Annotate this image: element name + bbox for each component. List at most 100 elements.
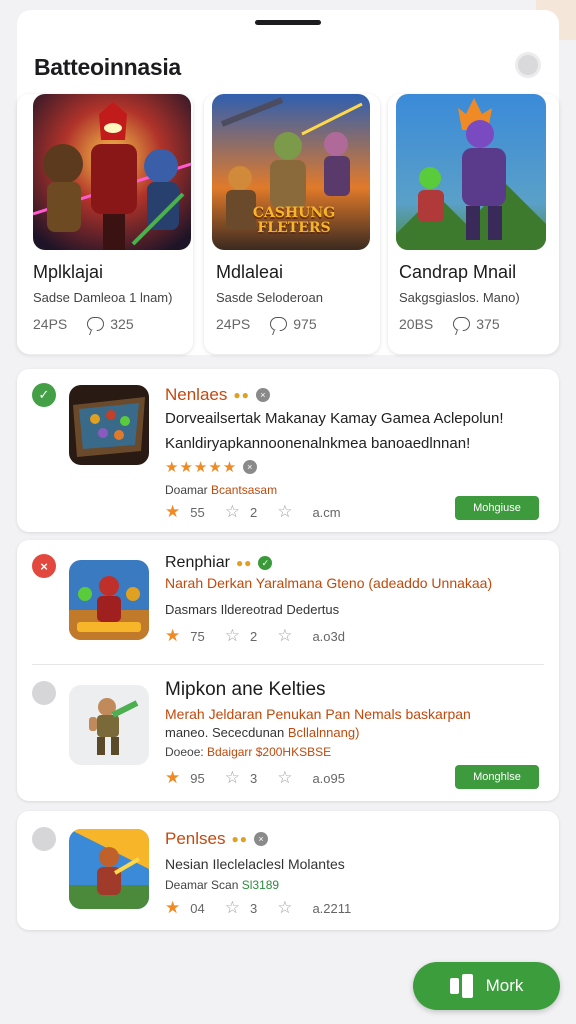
rating-value: 75: [190, 628, 205, 644]
game-title: Penlses ●● ×: [165, 829, 268, 849]
featured-card[interactable]: CASHUNG FLETERS Mdlaleai Sasde Seloderoa…: [204, 94, 380, 354]
game-description: Dorveailsertak Makanay Kamay Gamea Aclep…: [165, 410, 504, 427]
game-meta: Doeoe: Bdaigarr $200HKSBSE: [165, 745, 331, 759]
description-highlight: Bcllalnnang): [287, 725, 360, 740]
install-button[interactable]: Mohgiuse: [455, 496, 539, 520]
game-title: Mipkon ane Kelties: [165, 679, 326, 701]
star-empty-icon: ☆: [224, 898, 240, 917]
comment-icon: [270, 317, 288, 331]
stars-icon: ★★★★★: [165, 459, 238, 476]
featured-card[interactable]: Candrap Mnail Sakgsgiaslos. Mano) 20BS 3…: [388, 94, 559, 354]
game-thumbnail: [69, 685, 149, 765]
game-card[interactable]: ✓ Nenlaes ●● × Dorveailsertak Makanay Ka…: [17, 369, 559, 532]
star-empty-icon: ☆: [277, 502, 293, 521]
rating-value-3: a.2211: [312, 900, 352, 916]
star-full-icon: ★: [165, 626, 181, 645]
rating-row: ★ 55 ☆ 2 ☆ a.cm: [165, 502, 361, 522]
close-icon: ×: [32, 554, 56, 578]
sheet-title: Batteoinnasia: [34, 54, 181, 80]
list-item[interactable]: × Renphiar ●● ✓ Narah Derkan Yaralmana G…: [17, 540, 559, 664]
rating-row: ★ 95 ☆ 3 ☆ a.o95: [165, 768, 365, 788]
status-dot-icon: [32, 827, 56, 851]
star-rating-icon: ★★★★★ ×: [165, 458, 258, 476]
game-description-2: Kanldiryapkannoonenalnkmea banoaedlnnan!: [165, 435, 471, 452]
game-meta: Doamar Bcantsasam: [165, 483, 277, 497]
fab-label: Mork: [485, 976, 524, 995]
game-title: Renphiar ●● ✓: [165, 554, 273, 572]
star-empty-icon: ☆: [277, 626, 293, 645]
meta-prefix: Doamar: [165, 483, 208, 497]
meta-prefix: Deamar Scan: [165, 878, 239, 892]
fab-button[interactable]: Mork: [413, 962, 560, 1010]
game-description-2: maneo. Sececdunan Bcllalnnang): [165, 725, 359, 740]
featured-card[interactable]: Mplklajai Sadse Damleoa 1 lnam) 24PS 325: [17, 94, 193, 354]
comments-count[interactable]: 975: [270, 316, 317, 332]
featured-title: Mdlaleai: [216, 262, 284, 282]
comments-count[interactable]: 325: [87, 316, 134, 332]
game-meta: Deamar Scan Sl3189: [165, 878, 279, 892]
game-title-text: Penlses: [165, 829, 226, 848]
status-dot-icon: [32, 681, 56, 705]
featured-art: CASHUNG FLETERS: [212, 94, 370, 250]
description-prefix: maneo. Sececdunan: [165, 725, 285, 740]
game-title-text: Mipkon ane Kelties: [165, 679, 326, 700]
comments-value: 975: [293, 316, 317, 332]
close-badge-icon: ×: [255, 388, 270, 402]
featured-subtitle: Sadse Damleoa 1 lnam): [33, 290, 173, 305]
game-card[interactable]: × Renphiar ●● ✓ Narah Derkan Yaralmana G…: [17, 540, 559, 801]
profile-avatar[interactable]: [515, 52, 541, 78]
game-thumbnail: [69, 560, 149, 640]
star-full-icon: ★: [165, 502, 181, 521]
rating-value: 95: [190, 770, 205, 786]
check-icon: ✓: [32, 383, 56, 407]
featured-art: [396, 94, 546, 250]
featured-stats: 24PS 325: [33, 316, 134, 332]
game-description: Merah Jeldaran Penukan Pan Nemals baskar…: [165, 706, 471, 722]
star-full-icon: ★: [165, 768, 181, 787]
meta-highlight: Bcantsasam: [211, 483, 278, 497]
game-thumbnail: [69, 829, 149, 909]
rating-value-2: 3: [249, 900, 258, 916]
meta-highlight: Sl3189: [241, 878, 280, 892]
comments-value: 375: [476, 316, 500, 332]
rating-value: 55: [190, 504, 205, 520]
rating-value-3: a.cm: [312, 504, 341, 520]
comment-icon: [453, 317, 471, 331]
star-empty-icon: ☆: [277, 898, 293, 917]
featured-stats: 24PS 975: [216, 316, 317, 332]
rating-value-2: 3: [249, 770, 258, 786]
install-button[interactable]: Monghlse: [455, 765, 539, 789]
list-item[interactable]: ✓ Nenlaes ●● × Dorveailsertak Makanay Ka…: [17, 369, 559, 532]
rating-value-3: a.o95: [312, 770, 345, 786]
list-item[interactable]: Mipkon ane Kelties Merah Jeldaran Penuka…: [17, 665, 559, 801]
meta-highlight: Bdaigarr $200HKSBSE: [207, 745, 332, 759]
featured-subtitle: Sakgsgiaslos. Mano): [399, 290, 520, 305]
star-empty-icon: ☆: [277, 768, 293, 787]
star-empty-icon: ☆: [224, 502, 240, 521]
comments-count[interactable]: 375: [453, 316, 500, 332]
game-thumbnail: [69, 385, 149, 465]
game-title-text: Nenlaes: [165, 385, 228, 404]
list-item[interactable]: Penlses ●● × Nesian Ileclelaclesl Molant…: [17, 811, 559, 930]
emoji-icon: ●●: [231, 832, 248, 846]
featured-stats: 20BS 375: [399, 316, 500, 332]
comments-value: 325: [110, 316, 134, 332]
featured-title: Mplklajai: [33, 262, 104, 282]
drag-handle[interactable]: [255, 20, 321, 25]
close-badge-icon: ×: [253, 832, 268, 846]
rating-value-2: 2: [249, 504, 258, 520]
emoji-icon: ●●: [233, 388, 250, 402]
meta-prefix: Doeoe:: [165, 745, 204, 759]
rating-value-3: a.o3d: [312, 628, 345, 644]
game-description-2: Dasmars Ildereotrad Dedertus: [165, 602, 340, 617]
players-count: 24PS: [33, 316, 68, 332]
rating-value: 04: [190, 900, 205, 916]
verified-badge-icon: ✓: [258, 556, 273, 570]
star-full-icon: ★: [165, 898, 181, 917]
featured-subtitle: Sasde Seloderoan: [216, 290, 323, 305]
featured-logo-text: CASHUNG FLETERS: [252, 205, 336, 236]
star-empty-icon: ☆: [224, 768, 240, 787]
star-empty-icon: ☆: [224, 626, 240, 645]
featured-title: Candrap Mnail: [399, 262, 517, 282]
game-card[interactable]: Penlses ●● × Nesian Ileclelaclesl Molant…: [17, 811, 559, 930]
